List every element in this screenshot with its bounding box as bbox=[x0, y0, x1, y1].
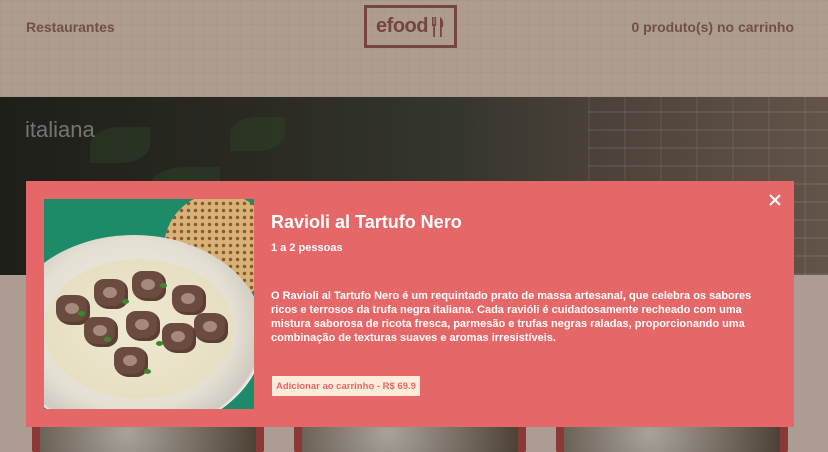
herb-garnish bbox=[144, 369, 151, 374]
herb-garnish bbox=[104, 337, 111, 342]
ravioli bbox=[114, 347, 148, 377]
add-to-cart-button[interactable]: Adicionar ao carrinho - R$ 69.9 bbox=[272, 376, 420, 396]
ravioli bbox=[94, 279, 128, 309]
ravioli bbox=[84, 317, 118, 347]
ravioli bbox=[194, 313, 228, 343]
ravioli bbox=[172, 285, 206, 315]
herb-garnish bbox=[122, 299, 129, 304]
ravioli bbox=[162, 323, 196, 353]
product-modal: Ravioli al Tartufo Nero 1 a 2 pessoas O … bbox=[26, 181, 794, 427]
herb-garnish bbox=[160, 283, 167, 288]
dish-photo bbox=[44, 199, 254, 409]
herb-garnish bbox=[156, 341, 163, 346]
close-icon[interactable] bbox=[768, 193, 782, 207]
ravioli bbox=[126, 311, 160, 341]
herb-garnish bbox=[78, 311, 85, 316]
product-serves: 1 a 2 pessoas bbox=[271, 242, 343, 254]
product-title: Ravioli al Tartufo Nero bbox=[271, 212, 462, 232]
product-description: O Ravioli al Tartufo Nero é um requintad… bbox=[271, 290, 752, 344]
